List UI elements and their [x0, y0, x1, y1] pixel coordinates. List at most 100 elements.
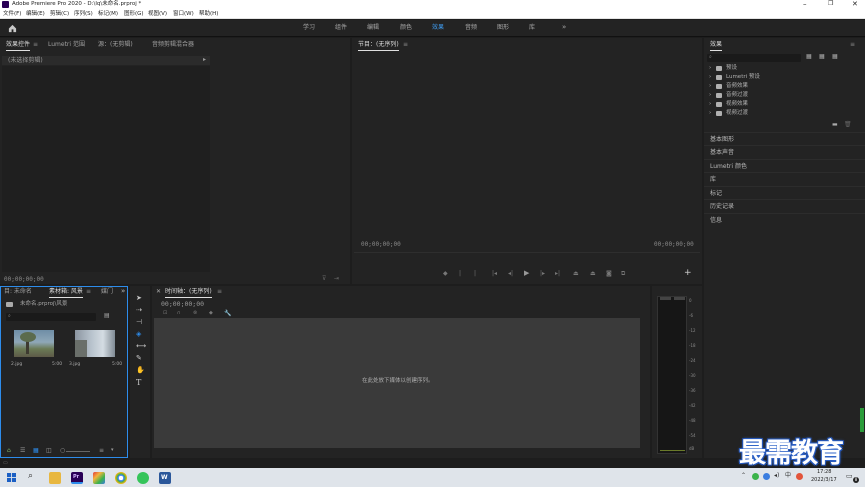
delete-icon[interactable]: 🗑	[844, 122, 852, 128]
project-search-input[interactable]: ⌕	[6, 313, 96, 321]
chevron-down-icon[interactable]: ▾	[111, 448, 114, 453]
tab-bin[interactable]: 素材箱: 风景	[49, 289, 83, 298]
freeform-view-icon[interactable]: ◫	[46, 448, 52, 454]
panel-menu-icon[interactable]: ≡	[850, 42, 855, 48]
snap-icon[interactable]: ∩	[177, 311, 181, 316]
notification-icon[interactable]: ▭	[846, 473, 853, 480]
wechat-icon[interactable]	[137, 472, 149, 484]
section-libraries[interactable]: 库	[704, 172, 865, 185]
track-select-tool-icon[interactable]: ⇢	[136, 307, 142, 314]
icon-view-icon[interactable]: ▦	[33, 448, 39, 454]
step-back-icon[interactable]: ◂|	[508, 271, 513, 277]
list-item[interactable]: 3.jpg 5:00	[67, 326, 122, 370]
mark-out-icon[interactable]: |	[474, 271, 476, 277]
app-store-icon[interactable]	[93, 472, 105, 484]
chrome-icon[interactable]	[115, 472, 127, 484]
effects-search-input[interactable]: ⌕	[707, 54, 801, 62]
linked-selection-icon[interactable]: ⊗	[193, 311, 197, 316]
add-marker-icon[interactable]: ◆	[443, 271, 448, 277]
word-icon[interactable]: W	[159, 472, 171, 484]
panel-menu-icon[interactable]: ≡	[86, 289, 91, 295]
nest-icon[interactable]: ⊡	[163, 311, 167, 316]
list-view-icon[interactable]: ☰	[20, 448, 25, 454]
windows-start-icon[interactable]	[7, 473, 16, 482]
section-history[interactable]: 历史记录	[704, 199, 865, 212]
list-item[interactable]: 2.jpg 5:00	[8, 326, 62, 370]
home-icon[interactable]	[8, 24, 17, 33]
tray-app-icon[interactable]	[796, 473, 803, 480]
zoom-slider[interactable]	[66, 451, 90, 452]
lift-icon[interactable]: ⏏	[573, 271, 579, 277]
workspace-libraries[interactable]: 库	[529, 25, 535, 31]
accelerated-effects-icon[interactable]: ▦	[806, 54, 812, 60]
selection-tool-icon[interactable]: ➤	[136, 295, 142, 302]
section-essential-sound[interactable]: 基本声音	[704, 145, 865, 158]
ripple-edit-tool-icon[interactable]: ⊣	[136, 319, 142, 326]
button-editor-plus-icon[interactable]: +	[684, 269, 692, 278]
tray-volume-icon[interactable]: ◂)	[774, 473, 779, 479]
tray-ime-icon[interactable]: 中	[785, 473, 791, 479]
tab-effect-controls[interactable]: 效果控件	[6, 42, 31, 51]
slip-tool-icon[interactable]: ⟷	[136, 343, 146, 350]
panel-menu-icon[interactable]: ≡	[33, 42, 38, 48]
workspace-editing[interactable]: 编辑	[367, 25, 379, 31]
tray-chevron-up-icon[interactable]: ⌃	[741, 473, 746, 479]
premiere-taskbar-icon[interactable]: Pr	[71, 472, 83, 484]
new-bin-icon[interactable]: ▬	[832, 122, 838, 128]
tray-network-icon[interactable]	[763, 473, 770, 480]
mark-in-icon[interactable]: |	[459, 271, 461, 277]
minimize-icon[interactable]: –	[803, 1, 807, 8]
tab-audio-clip-mixer[interactable]: 音频剪辑混合器	[152, 42, 194, 48]
play-icon[interactable]: ▶	[524, 270, 529, 277]
section-markers[interactable]: 标记	[704, 186, 865, 199]
menu-edit[interactable]: 编辑(E)	[26, 11, 45, 18]
tab-program[interactable]: 节目：(无序列)	[358, 42, 399, 51]
close-icon[interactable]: ✕	[852, 1, 858, 8]
clock-time[interactable]: 17:28	[817, 470, 831, 475]
wrench-icon[interactable]: 🔧	[224, 311, 231, 317]
extract-icon[interactable]: ⏏	[590, 271, 596, 277]
go-to-out-icon[interactable]: ▸|	[555, 271, 560, 277]
workspace-effects[interactable]: 效果	[432, 25, 444, 31]
tab-effects[interactable]: 效果	[710, 42, 723, 51]
tray-app-icon[interactable]	[752, 473, 759, 480]
filter-icon[interactable]: ⊽	[322, 276, 326, 282]
panel-menu-icon[interactable]: ≡	[403, 42, 408, 48]
clock-date[interactable]: 2022/3/17	[811, 478, 837, 483]
workspace-graphics[interactable]: 图形	[497, 25, 509, 31]
menu-graphics[interactable]: 图形(G)	[124, 11, 144, 18]
menu-sequence[interactable]: 序列(S)	[74, 11, 93, 18]
tab-lumetri-scopes[interactable]: Lumetri 范围	[48, 42, 85, 48]
menu-view[interactable]: 视图(V)	[148, 11, 167, 18]
expand-icon[interactable]: ▸	[203, 57, 206, 63]
menu-file[interactable]: 文件(F)	[3, 11, 21, 18]
tab-timeline[interactable]: 时间轴：(无序列)	[165, 289, 212, 298]
tab-project[interactable]: 目: 未命名	[4, 289, 32, 295]
restore-icon[interactable]: ❐	[828, 1, 833, 7]
type-tool-icon[interactable]: T	[136, 379, 141, 387]
new-search-bin-icon[interactable]: ▤	[104, 313, 110, 319]
panel-overflow-icon[interactable]: »	[121, 288, 125, 295]
menu-clip[interactable]: 剪辑(C)	[50, 11, 69, 18]
close-tab-icon[interactable]: ✕	[156, 289, 161, 295]
workspace-audio[interactable]: 音频	[465, 25, 477, 31]
razor-tool-icon[interactable]: ◈	[136, 331, 141, 338]
32bit-effects-icon[interactable]: ▦	[819, 54, 825, 60]
timeline-drop-area[interactable]: 在此处放下媒体以创建序列。	[154, 318, 640, 448]
yuv-effects-icon[interactable]: ▦	[832, 54, 838, 60]
camera-icon[interactable]: ◙	[606, 271, 612, 277]
menu-markers[interactable]: 标记(M)	[98, 11, 118, 18]
file-explorer-icon[interactable]	[49, 472, 61, 484]
workspace-assembly[interactable]: 组件	[335, 25, 347, 31]
add-marker-icon[interactable]: ◆	[209, 311, 213, 316]
workspace-color[interactable]: 颜色	[400, 25, 412, 31]
section-essential-graphics[interactable]: 基本图形	[704, 132, 865, 145]
step-forward-icon[interactable]: |▸	[540, 271, 545, 277]
tab-source[interactable]: 源：(无剪辑)	[98, 42, 133, 48]
section-info[interactable]: 信息	[704, 213, 865, 226]
export-frame-icon[interactable]: ⇥	[334, 276, 339, 282]
menu-window[interactable]: 窗口(W)	[173, 11, 194, 18]
search-icon[interactable]: ⌕	[28, 472, 33, 481]
tab-media-browser[interactable]: 媒门	[101, 289, 113, 295]
section-lumetri-color[interactable]: Lumetri 颜色	[704, 159, 865, 172]
